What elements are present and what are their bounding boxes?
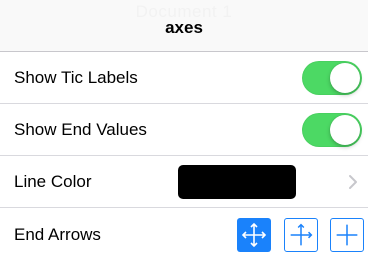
chevron-right-icon	[349, 174, 357, 189]
toggle-knob	[330, 114, 360, 145]
row-line-color[interactable]: Line Color	[0, 156, 368, 208]
arrows-both-ends-icon	[241, 222, 267, 247]
row-end-arrows: End Arrows	[0, 208, 368, 261]
end-arrows-both-button[interactable]	[237, 217, 271, 252]
show-end-values-toggle[interactable]	[302, 112, 362, 147]
line-color-swatch[interactable]	[178, 164, 296, 199]
toggle-knob	[330, 62, 360, 93]
settings-popover: Document 1 axes Show Tic Labels Show End…	[0, 0, 368, 261]
popover-header: axes	[0, 0, 368, 52]
show-tic-labels-toggle[interactable]	[302, 60, 362, 95]
arrows-none-icon	[336, 224, 358, 245]
show-end-values-label: Show End Values	[14, 119, 147, 139]
arrows-one-end-icon	[290, 223, 313, 245]
end-arrows-label: End Arrows	[14, 224, 101, 244]
line-color-label: Line Color	[14, 171, 92, 191]
popover-title: axes	[165, 18, 203, 37]
row-show-end-values: Show End Values	[0, 104, 368, 156]
row-show-tic-labels: Show Tic Labels	[0, 52, 368, 104]
end-arrows-one-button[interactable]	[284, 217, 318, 252]
end-arrows-none-button[interactable]	[330, 217, 364, 252]
show-tic-labels-label: Show Tic Labels	[14, 67, 138, 87]
